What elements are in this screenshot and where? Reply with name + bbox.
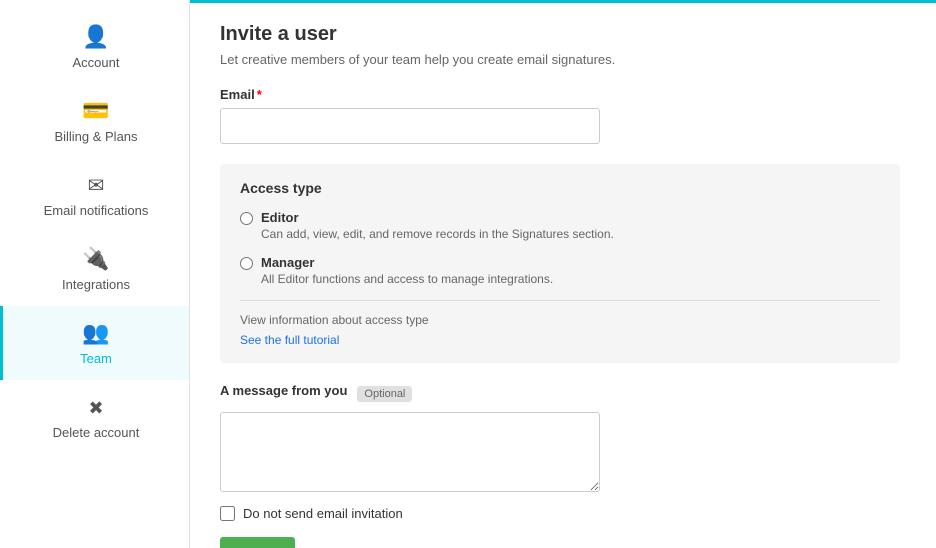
radio-manager[interactable] bbox=[240, 257, 253, 270]
message-textarea[interactable] bbox=[220, 412, 600, 492]
access-type-title: Access type bbox=[240, 180, 880, 196]
account-icon bbox=[82, 24, 109, 50]
radio-editor[interactable] bbox=[240, 212, 253, 225]
access-type-section: Access type Editor Can add, view, edit, … bbox=[220, 164, 900, 363]
sidebar-item-label: Delete account bbox=[53, 425, 140, 440]
sidebar-item-label: Billing & Plans bbox=[54, 129, 137, 144]
editor-description: Can add, view, edit, and remove records … bbox=[261, 227, 614, 241]
page-title: Invite a user bbox=[220, 23, 906, 46]
sidebar-item-label: Account bbox=[73, 55, 120, 70]
sidebar-item-billing[interactable]: Billing & Plans bbox=[0, 84, 189, 158]
optional-badge: Optional bbox=[357, 386, 412, 402]
add-button[interactable]: Add bbox=[220, 537, 295, 548]
email-field-group: Email* bbox=[220, 87, 906, 144]
email-label: Email* bbox=[220, 87, 906, 102]
team-icon bbox=[82, 320, 109, 346]
manager-description: All Editor functions and access to manag… bbox=[261, 272, 553, 286]
billing-icon bbox=[82, 98, 109, 124]
sidebar-item-delete-account[interactable]: Delete account bbox=[0, 380, 189, 454]
no-invite-label: Do not send email invitation bbox=[243, 506, 403, 521]
email-icon bbox=[88, 172, 105, 198]
radio-option-editor[interactable]: Editor Can add, view, edit, and remove r… bbox=[240, 210, 880, 241]
section-divider bbox=[240, 300, 880, 301]
sidebar-item-account[interactable]: Account bbox=[0, 10, 189, 84]
no-invite-checkbox[interactable] bbox=[220, 506, 235, 521]
sidebar-item-integrations[interactable]: Integrations bbox=[0, 232, 189, 306]
sidebar-item-label: Team bbox=[80, 351, 112, 366]
required-mark: * bbox=[257, 87, 262, 102]
message-label-row: A message from you Optional bbox=[220, 383, 906, 404]
no-invitation-checkbox-row: Do not send email invitation bbox=[220, 506, 906, 521]
integrations-icon bbox=[82, 246, 109, 272]
access-info-text: View information about access type bbox=[240, 313, 880, 327]
radio-option-manager[interactable]: Manager All Editor functions and access … bbox=[240, 255, 880, 286]
delete-icon bbox=[88, 394, 103, 420]
sidebar-item-team[interactable]: Team bbox=[0, 306, 189, 380]
main-content: Invite a user Let creative members of yo… bbox=[190, 0, 936, 548]
sidebar-item-email-notifications[interactable]: Email notifications bbox=[0, 158, 189, 232]
manager-label: Manager bbox=[261, 255, 553, 270]
email-input[interactable] bbox=[220, 108, 600, 144]
tutorial-link[interactable]: See the full tutorial bbox=[240, 333, 339, 347]
sidebar: Account Billing & Plans Email notificati… bbox=[0, 0, 190, 548]
sidebar-item-label: Email notifications bbox=[44, 203, 149, 218]
editor-label: Editor bbox=[261, 210, 614, 225]
page-subtitle: Let creative members of your team help y… bbox=[220, 52, 906, 67]
message-label: A message from you bbox=[220, 383, 347, 398]
sidebar-item-label: Integrations bbox=[62, 277, 130, 292]
